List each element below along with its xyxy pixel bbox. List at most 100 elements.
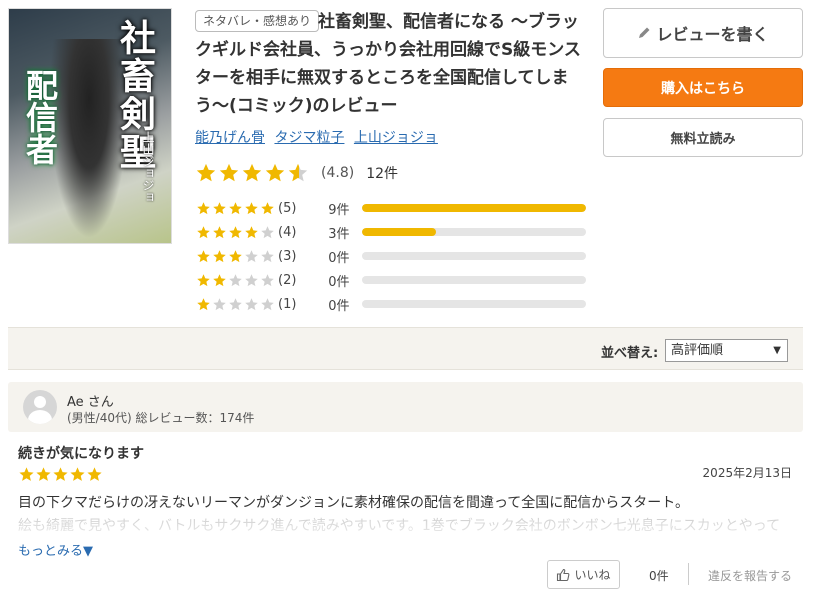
distribution-bar-fill xyxy=(361,204,586,212)
star-icon xyxy=(245,297,258,310)
author-link[interactable]: タジマ粒子 xyxy=(274,130,344,146)
star-icon xyxy=(245,249,258,262)
dropdown-arrow-icon: ▼ xyxy=(773,345,781,356)
write-review-label: レビューを書く xyxy=(656,25,769,44)
sort-bar: 並べ替え: 高評価順 ▼ xyxy=(8,327,803,370)
star-icon xyxy=(261,201,274,214)
star-icon xyxy=(70,467,85,481)
distribution-bar xyxy=(361,300,586,308)
like-button[interactable]: いいね xyxy=(547,560,620,589)
distribution-row[interactable]: (1) 0件 xyxy=(196,292,586,316)
distribution-label: (3) xyxy=(278,248,297,264)
star-icon xyxy=(261,273,274,286)
star-icon xyxy=(261,249,274,262)
rating-distribution: (5) 9件 (4) 3件 (3) 0件 (2) 0件 (1) 0件 xyxy=(196,196,586,316)
star-icon xyxy=(261,297,274,310)
book-cover[interactable]: 社畜剣聖 配信者 上山ジョジョ xyxy=(8,8,172,244)
review-body-faded: 絵も綺麗で見やすく、バトルもサクサク進んで読みやすいです。1巻でブラック会社のボ… xyxy=(18,518,781,534)
distribution-row[interactable]: (5) 9件 xyxy=(196,196,586,220)
review-body: 目の下クマだらけの冴えないリーマンがダンジョンに素材確保の配信を間違って全国に配… xyxy=(18,495,690,511)
reviewer-name: Ae さん xyxy=(67,395,114,410)
sort-select[interactable]: 高評価順 ▼ xyxy=(665,339,788,362)
review-stars xyxy=(18,466,103,483)
star-icon xyxy=(197,201,210,214)
distribution-stars xyxy=(196,273,276,288)
cover-author-text: 上山ジョジョ xyxy=(141,131,155,203)
like-label: いいね xyxy=(574,568,611,582)
distribution-stars xyxy=(196,297,276,312)
star-icon xyxy=(245,201,258,214)
average-stars xyxy=(195,162,310,184)
distribution-label: (1) xyxy=(278,296,297,312)
distribution-count: 9件 xyxy=(328,202,350,218)
distribution-bar xyxy=(361,228,586,236)
average-rating: (4.8) 12件 xyxy=(195,162,398,184)
distribution-bar xyxy=(361,252,586,260)
divider xyxy=(688,563,689,585)
like-count: 0件 xyxy=(649,569,669,583)
star-icon xyxy=(219,163,239,182)
buy-button[interactable]: 購入はこちら xyxy=(603,68,803,107)
average-rating-value: (4.8) xyxy=(321,165,355,181)
star-icon xyxy=(197,273,210,286)
distribution-count: 3件 xyxy=(328,226,350,242)
star-icon xyxy=(19,467,34,481)
distribution-stars xyxy=(196,249,276,264)
avatar xyxy=(23,390,57,424)
sort-selected-value: 高評価順 xyxy=(671,343,724,358)
star-icon xyxy=(36,467,51,481)
distribution-bar-fill xyxy=(361,228,436,236)
distribution-stars xyxy=(196,225,276,240)
review-header: Ae さん (男性/40代) 総レビュー数：174件 xyxy=(8,382,803,432)
star-icon xyxy=(229,273,242,286)
star-icon xyxy=(53,467,68,481)
star-icon xyxy=(87,467,102,481)
write-review-button[interactable]: レビューを書く xyxy=(603,8,803,58)
distribution-count: 0件 xyxy=(328,274,350,290)
report-link[interactable]: 違反を報告する xyxy=(708,567,792,584)
star-icon xyxy=(229,225,242,238)
reviewer-meta: (男性/40代) 総レビュー数：174件 xyxy=(67,411,255,425)
distribution-label: (4) xyxy=(278,224,297,240)
star-icon xyxy=(213,273,226,286)
review-date: 2025年2月13日 xyxy=(702,466,792,480)
distribution-row[interactable]: (3) 0件 xyxy=(196,244,586,268)
star-icon xyxy=(197,249,210,262)
distribution-row[interactable]: (4) 3件 xyxy=(196,220,586,244)
cover-subtitle-text: 配信者 xyxy=(21,69,59,165)
buy-label: 購入はこちら xyxy=(661,80,745,97)
star-icon xyxy=(213,225,226,238)
show-more-link[interactable]: もっとみる▼ xyxy=(18,540,93,559)
author-list: 能乃げん骨 タジマ粒子 上山ジョジョ xyxy=(195,127,443,147)
page-title: 社畜剣聖、配信者になる ～ブラックギルド会社員、うっかり会社用回線でS級モンスタ… xyxy=(195,12,581,116)
review-count: 12件 xyxy=(366,166,399,182)
star-icon xyxy=(213,249,226,262)
star-icon xyxy=(229,201,242,214)
star-icon xyxy=(265,163,285,182)
star-icon xyxy=(229,249,242,262)
star-icon xyxy=(213,297,226,310)
star-icon xyxy=(242,163,262,182)
free-read-button[interactable]: 無料立読み xyxy=(603,118,803,157)
free-read-label: 無料立読み xyxy=(670,132,736,147)
distribution-row[interactable]: (2) 0件 xyxy=(196,268,586,292)
star-icon xyxy=(245,225,258,238)
star-icon xyxy=(196,163,216,182)
distribution-label: (5) xyxy=(278,200,297,216)
review-item: Ae さん (男性/40代) 総レビュー数：174件 続きが気になります 202… xyxy=(8,382,803,602)
author-link[interactable]: 上山ジョジョ xyxy=(354,130,438,146)
distribution-stars xyxy=(196,201,276,216)
review-title: 続きが気になります xyxy=(18,446,144,462)
star-icon xyxy=(197,225,210,238)
sort-label: 並べ替え: xyxy=(601,346,659,361)
distribution-bar xyxy=(361,276,586,284)
distribution-label: (2) xyxy=(278,272,297,288)
author-link[interactable]: 能乃げん骨 xyxy=(195,130,265,146)
thumbs-up-icon xyxy=(557,568,570,581)
star-icon xyxy=(229,297,242,310)
distribution-count: 0件 xyxy=(328,250,350,266)
distribution-count: 0件 xyxy=(328,298,350,314)
star-icon xyxy=(261,225,274,238)
star-icon xyxy=(213,201,226,214)
star-icon xyxy=(288,163,308,182)
